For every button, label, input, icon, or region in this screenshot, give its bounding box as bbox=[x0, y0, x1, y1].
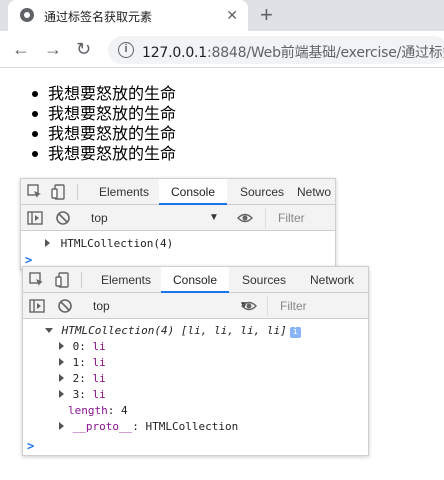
info-badge[interactable]: i bbox=[289, 327, 301, 338]
globe-icon bbox=[20, 8, 34, 22]
length-value: 4 bbox=[121, 404, 128, 417]
eye-icon[interactable] bbox=[237, 210, 253, 226]
address-bar[interactable]: i 127.0.0.1:8848/Web前端基础/exercise/通过标签 bbox=[108, 36, 444, 64]
length-row: length: 4 bbox=[68, 404, 128, 417]
tab-close-icon[interactable]: ✕ bbox=[226, 6, 238, 24]
expand-arrow-icon[interactable] bbox=[59, 374, 64, 382]
devtools-tabbar: Elements Console Sources Network bbox=[23, 267, 368, 293]
filter-input[interactable]: Filter bbox=[267, 296, 367, 316]
proto-value: HTMLCollection bbox=[145, 420, 239, 433]
page-list: 我想要怒放的生命 我想要怒放的生命 我想要怒放的生命 我想要怒放的生命 bbox=[28, 84, 176, 164]
devtools-tabbar: Elements Console Sources Netwo bbox=[21, 179, 335, 205]
expand-arrow-icon[interactable] bbox=[59, 358, 64, 366]
list-item: 我想要怒放的生命 bbox=[28, 144, 176, 164]
tab-strip: 通过标签名获取元素 ✕ + bbox=[0, 0, 444, 31]
log-header: HTMLCollection(4) [li, li, li, li] bbox=[61, 324, 287, 337]
tab-sources[interactable]: Sources bbox=[227, 179, 297, 205]
console-toolbar: top ▼ Filter bbox=[21, 205, 335, 231]
list-item: 我想要怒放的生命 bbox=[28, 104, 176, 124]
sidebar-toggle-icon[interactable] bbox=[29, 298, 45, 314]
console-log-row[interactable]: HTMLCollection(4) bbox=[21, 236, 335, 252]
collection-entry[interactable]: 0: li bbox=[23, 339, 368, 355]
console-prompt-icon[interactable]: > bbox=[27, 439, 34, 453]
tab-sources[interactable]: Sources bbox=[229, 267, 299, 293]
expand-arrow-icon[interactable] bbox=[59, 422, 64, 430]
entry-value: li bbox=[92, 372, 106, 385]
entry-value: li bbox=[92, 356, 106, 369]
url-host: 127.0.0.1 bbox=[142, 45, 207, 61]
collapse-arrow-icon[interactable] bbox=[45, 328, 53, 333]
collection-entry[interactable]: 3: li bbox=[23, 387, 368, 403]
dropdown-arrow-icon: ▼ bbox=[209, 212, 219, 223]
expand-arrow-icon[interactable] bbox=[59, 390, 64, 398]
divider bbox=[81, 272, 82, 288]
entry-value: li bbox=[92, 340, 106, 353]
tab-console[interactable]: Console bbox=[161, 267, 229, 293]
filter-input[interactable]: Filter bbox=[265, 208, 335, 228]
back-arrow-icon[interactable]: ← bbox=[12, 39, 30, 59]
inspect-icon[interactable] bbox=[29, 272, 45, 288]
tab-elements[interactable]: Elements bbox=[89, 179, 159, 205]
tab-network[interactable]: Netwo bbox=[297, 179, 335, 205]
url-text[interactable]: 127.0.0.1:8848/Web前端基础/exercise/通过标签 bbox=[142, 42, 444, 62]
tab-network[interactable]: Network bbox=[299, 267, 365, 293]
log-text: HTMLCollection(4) bbox=[60, 237, 174, 250]
console-prompt-icon[interactable]: > bbox=[25, 253, 32, 267]
console-log-row[interactable]: HTMLCollection(4) [li, li, li, li] i bbox=[23, 323, 368, 339]
devtools-panel: Elements Console Sources Network top ▼ F… bbox=[22, 266, 369, 456]
context-label: top bbox=[93, 299, 110, 313]
collection-entry[interactable]: 2: li bbox=[23, 371, 368, 387]
context-selector[interactable]: top ▼ bbox=[93, 296, 253, 316]
list-item: 我想要怒放的生命 bbox=[28, 124, 176, 144]
forward-arrow-icon[interactable]: → bbox=[44, 39, 62, 59]
console-output: HTMLCollection(4) > bbox=[21, 231, 335, 269]
new-tab-button[interactable]: + bbox=[260, 3, 273, 27]
inspect-icon[interactable] bbox=[27, 184, 43, 200]
proto-key: __proto__ bbox=[72, 420, 133, 433]
tab-elements[interactable]: Elements bbox=[91, 267, 161, 293]
device-toolbar-icon[interactable] bbox=[51, 184, 67, 200]
proto-row[interactable]: __proto__: HTMLCollection bbox=[23, 419, 368, 435]
expand-arrow-icon[interactable] bbox=[59, 342, 64, 350]
expand-arrow-icon[interactable] bbox=[45, 239, 50, 247]
url-path: :8848/Web前端基础/exercise/通过标签 bbox=[207, 45, 444, 61]
divider bbox=[77, 184, 78, 200]
site-info-icon[interactable]: i bbox=[118, 42, 134, 58]
devtools-panel-small: Elements Console Sources Netwo top ▼ Fil… bbox=[20, 178, 336, 270]
reload-icon[interactable]: ↻ bbox=[76, 39, 91, 59]
clear-console-icon[interactable] bbox=[55, 210, 71, 226]
clear-console-icon[interactable] bbox=[57, 298, 73, 314]
tab-title: 通过标签名获取元素 bbox=[44, 10, 153, 24]
browser-tab[interactable]: 通过标签名获取元素 ✕ bbox=[8, 0, 248, 31]
context-label: top bbox=[91, 211, 108, 225]
entry-value: li bbox=[92, 388, 106, 401]
device-toolbar-icon[interactable] bbox=[55, 272, 71, 288]
console-toolbar: top ▼ Filter bbox=[23, 293, 368, 319]
sidebar-toggle-icon[interactable] bbox=[27, 210, 43, 226]
tab-console[interactable]: Console bbox=[159, 179, 227, 205]
collection-entry[interactable]: 1: li bbox=[23, 355, 368, 371]
length-key: length bbox=[68, 404, 108, 417]
console-output: HTMLCollection(4) [li, li, li, li] i 0: l… bbox=[23, 319, 368, 455]
browser-toolbar: ← → ↻ i 127.0.0.1:8848/Web前端基础/exercise/… bbox=[0, 31, 444, 68]
list-item: 我想要怒放的生命 bbox=[28, 84, 176, 104]
context-selector[interactable]: top ▼ bbox=[91, 208, 221, 228]
eye-icon[interactable] bbox=[241, 298, 257, 314]
